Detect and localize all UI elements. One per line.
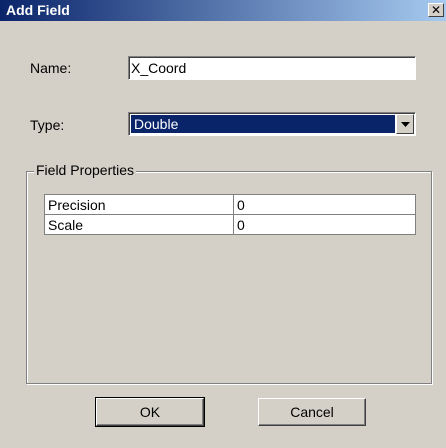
name-input[interactable] bbox=[131, 59, 401, 77]
property-name-cell: Precision bbox=[44, 194, 234, 215]
property-value-cell[interactable]: 0 bbox=[233, 214, 416, 235]
cancel-button-label: Cancel bbox=[290, 404, 334, 420]
cancel-button[interactable]: Cancel bbox=[258, 398, 366, 426]
dropdown-button[interactable] bbox=[396, 114, 414, 134]
table-row: Precision 0 bbox=[44, 194, 416, 215]
type-select[interactable]: Double bbox=[128, 112, 416, 136]
ok-button-label: OK bbox=[139, 404, 161, 420]
field-properties-label: Field Properties bbox=[34, 162, 137, 178]
property-name-cell: Scale bbox=[44, 214, 234, 235]
name-label: Name: bbox=[30, 60, 72, 76]
name-field-box[interactable] bbox=[128, 56, 416, 80]
chevron-down-icon bbox=[400, 121, 410, 127]
type-label: Type: bbox=[30, 117, 65, 133]
window-title: Add Field bbox=[6, 2, 70, 18]
type-select-value: Double bbox=[131, 115, 395, 133]
close-icon: ✕ bbox=[430, 3, 442, 17]
field-properties-grid: Precision 0 Scale 0 bbox=[44, 194, 416, 235]
title-bar[interactable]: Add Field ✕ bbox=[0, 0, 446, 21]
property-value-cell[interactable]: 0 bbox=[233, 194, 416, 215]
ok-button[interactable]: OK bbox=[95, 397, 205, 427]
close-button[interactable]: ✕ bbox=[428, 3, 444, 17]
table-row: Scale 0 bbox=[44, 214, 416, 235]
